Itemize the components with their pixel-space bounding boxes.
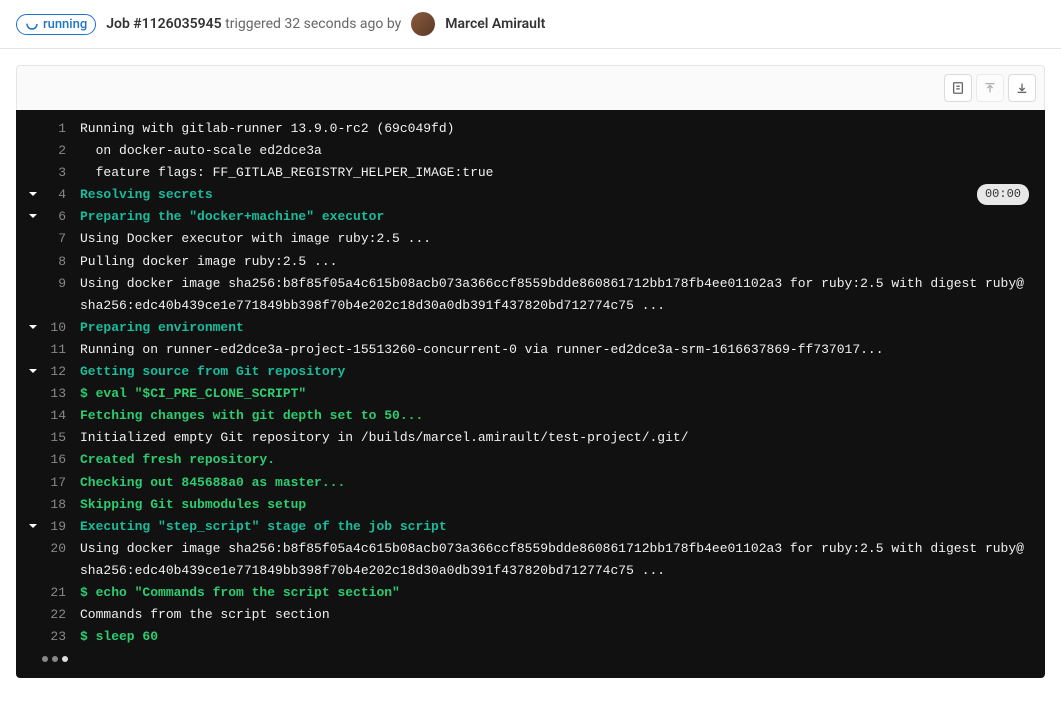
line-number[interactable]: 14 [42, 405, 80, 427]
line-content: feature flags: FF_GITLAB_REGISTRY_HELPER… [80, 162, 1029, 184]
chevron-down-icon[interactable] [24, 184, 42, 200]
line-content: $ sleep 60 [80, 626, 1029, 648]
log-line: 10Preparing environment [24, 317, 1029, 339]
log-line: 9Using docker image sha256:b8f85f05a4c61… [24, 273, 1029, 317]
log-line: 18Skipping Git submodules setup [24, 494, 1029, 516]
line-content: Pulling docker image ruby:2.5 ... [80, 251, 1029, 273]
triggered-text: triggered 32 seconds ago by [225, 16, 401, 32]
job-id: Job #1126035945 [106, 16, 221, 32]
line-content: $ echo "Commands from the script section… [80, 582, 1029, 604]
line-content: Using Docker executor with image ruby:2.… [80, 228, 1029, 250]
line-content: Fetching changes with git depth set to 5… [80, 405, 1029, 427]
line-number[interactable]: 23 [42, 626, 80, 648]
line-number[interactable]: 2 [42, 140, 80, 162]
show-raw-button[interactable] [944, 74, 972, 102]
job-title-group: Job #1126035945 triggered 32 seconds ago… [106, 16, 401, 32]
line-number[interactable]: 20 [42, 538, 80, 560]
chevron-down-icon[interactable] [24, 516, 42, 532]
log-line: 13$ eval "$CI_PRE_CLONE_SCRIPT" [24, 383, 1029, 405]
line-number[interactable]: 16 [42, 449, 80, 471]
log-line: 6Preparing the "docker+machine" executor [24, 206, 1029, 228]
line-number[interactable]: 21 [42, 582, 80, 604]
line-content: Skipping Git submodules setup [80, 494, 1029, 516]
line-number[interactable]: 19 [42, 516, 80, 538]
line-content: Getting source from Git repository [80, 361, 1029, 383]
loading-dots [24, 648, 1029, 662]
line-content: Commands from the script section [80, 604, 1029, 626]
avatar[interactable] [411, 12, 435, 36]
line-content: Executing "step_script" stage of the job… [80, 516, 1029, 538]
status-badge: running [16, 14, 96, 35]
line-number[interactable]: 10 [42, 317, 80, 339]
log-line: 17Checking out 845688a0 as master... [24, 472, 1029, 494]
log-line: 3 feature flags: FF_GITLAB_REGISTRY_HELP… [24, 162, 1029, 184]
line-content: Resolving secrets [80, 184, 977, 206]
status-text: running [43, 17, 87, 32]
line-number[interactable]: 11 [42, 339, 80, 361]
job-header: running Job #1126035945 triggered 32 sec… [0, 0, 1061, 49]
log-line: 7Using Docker executor with image ruby:2… [24, 228, 1029, 250]
line-number[interactable]: 22 [42, 604, 80, 626]
log-line: 14Fetching changes with git depth set to… [24, 405, 1029, 427]
log-line: 19Executing "step_script" stage of the j… [24, 516, 1029, 538]
log-line: 2 on docker-auto-scale ed2dce3a [24, 140, 1029, 162]
log-toolbar [16, 65, 1045, 110]
line-content: Created fresh repository. [80, 449, 1029, 471]
line-content: Running on runner-ed2dce3a-project-15513… [80, 339, 1029, 361]
line-number[interactable]: 12 [42, 361, 80, 383]
line-number[interactable]: 15 [42, 427, 80, 449]
log-line: 1Running with gitlab-runner 13.9.0-rc2 (… [24, 118, 1029, 140]
log-line: 21$ echo "Commands from the script secti… [24, 582, 1029, 604]
log-line: 8Pulling docker image ruby:2.5 ... [24, 251, 1029, 273]
log-line: 4Resolving secrets00:00 [24, 184, 1029, 206]
chevron-down-icon[interactable] [24, 317, 42, 333]
line-content: Checking out 845688a0 as master... [80, 472, 1029, 494]
author-name[interactable]: Marcel Amirault [445, 16, 545, 32]
log-line: 15Initialized empty Git repository in /b… [24, 427, 1029, 449]
line-number[interactable]: 9 [42, 273, 80, 295]
line-number[interactable]: 8 [42, 251, 80, 273]
log-line: 23$ sleep 60 [24, 626, 1029, 648]
log-line: 12Getting source from Git repository [24, 361, 1029, 383]
log-line: 16Created fresh repository. [24, 449, 1029, 471]
line-number[interactable]: 4 [42, 184, 80, 206]
line-content: Using docker image sha256:b8f85f05a4c615… [80, 273, 1029, 317]
log-line: 20Using docker image sha256:b8f85f05a4c6… [24, 538, 1029, 582]
line-number[interactable]: 6 [42, 206, 80, 228]
arrow-up-icon [983, 81, 997, 95]
line-content: Running with gitlab-runner 13.9.0-rc2 (6… [80, 118, 1029, 140]
line-number[interactable]: 7 [42, 228, 80, 250]
running-icon [25, 17, 39, 31]
log-body: 1Running with gitlab-runner 13.9.0-rc2 (… [16, 110, 1045, 678]
line-number[interactable]: 3 [42, 162, 80, 184]
file-icon [951, 81, 965, 95]
scroll-bottom-button[interactable] [1008, 74, 1036, 102]
line-content: $ eval "$CI_PRE_CLONE_SCRIPT" [80, 383, 1029, 405]
log-container: 1Running with gitlab-runner 13.9.0-rc2 (… [16, 65, 1045, 678]
section-duration: 00:00 [977, 184, 1029, 204]
chevron-down-icon[interactable] [24, 206, 42, 222]
chevron-down-icon[interactable] [24, 361, 42, 377]
line-content: Initialized empty Git repository in /bui… [80, 427, 1029, 449]
scroll-top-button[interactable] [976, 74, 1004, 102]
line-content: on docker-auto-scale ed2dce3a [80, 140, 1029, 162]
line-number[interactable]: 1 [42, 118, 80, 140]
line-content: Preparing the "docker+machine" executor [80, 206, 1029, 228]
line-content: Using docker image sha256:b8f85f05a4c615… [80, 538, 1029, 582]
line-content: Preparing environment [80, 317, 1029, 339]
line-number[interactable]: 13 [42, 383, 80, 405]
line-number[interactable]: 17 [42, 472, 80, 494]
log-line: 11Running on runner-ed2dce3a-project-155… [24, 339, 1029, 361]
line-number[interactable]: 18 [42, 494, 80, 516]
arrow-down-icon [1015, 81, 1029, 95]
log-line: 22Commands from the script section [24, 604, 1029, 626]
